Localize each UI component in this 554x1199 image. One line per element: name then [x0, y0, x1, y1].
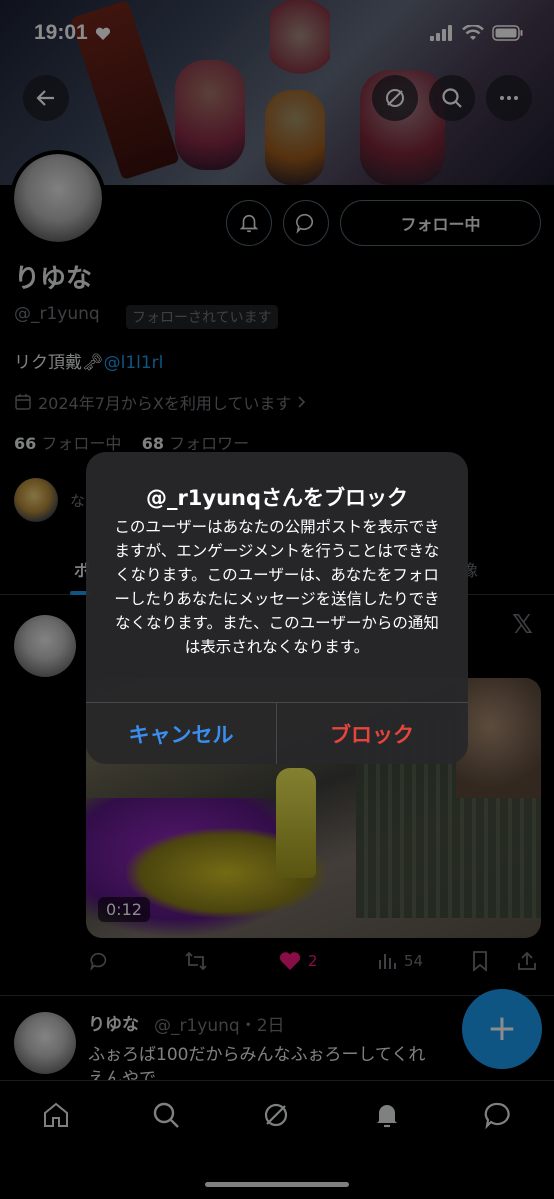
dialog-message: このユーザーはあなたの公開ポストを表示できますが、エンゲージメントを行うことはで…	[114, 518, 440, 656]
dialog-title: @_r1yunqさんをブロック	[145, 486, 409, 510]
cancel-button[interactable]: キャンセル	[86, 703, 276, 764]
block-button[interactable]: ブロック	[277, 703, 467, 764]
block-confirm-dialog: @_r1yunqさんをブロック このユーザーはあなたの公開ポストを表示できますが…	[86, 452, 468, 764]
